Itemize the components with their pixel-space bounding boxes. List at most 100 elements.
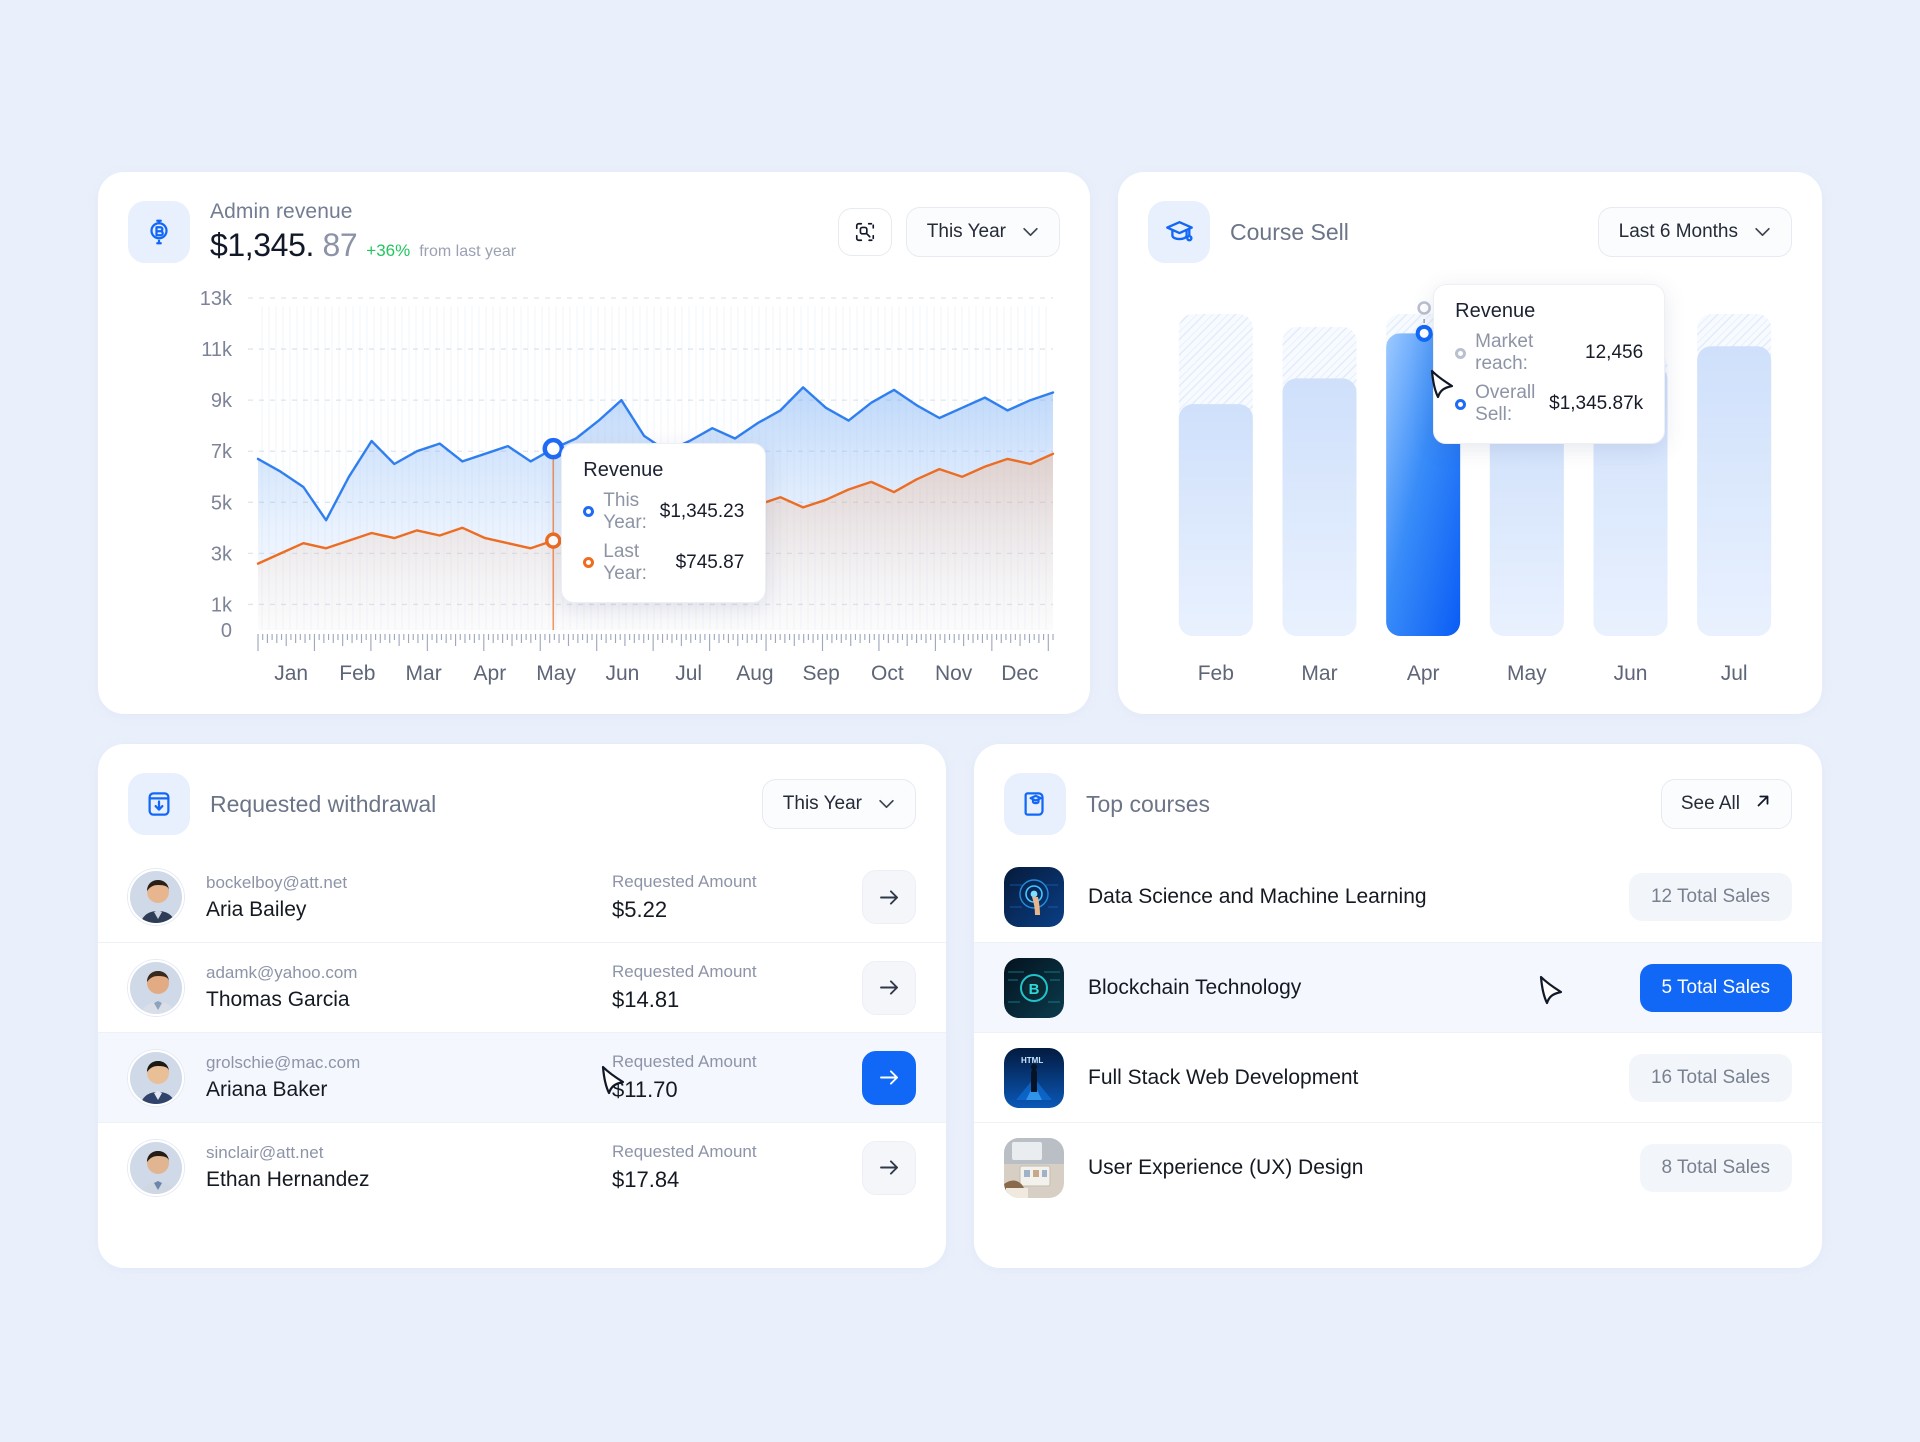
tooltip-row-this-year: This Year: $1,345.23 bbox=[583, 490, 744, 534]
withdrawal-amount-value: $17.84 bbox=[612, 1167, 680, 1192]
top-courses-header: Top courses See All bbox=[974, 744, 1822, 836]
svg-text:Jun: Jun bbox=[1614, 662, 1648, 685]
top-courses-card: Top courses See All Data Science and Mac… bbox=[974, 744, 1822, 1268]
svg-text:Feb: Feb bbox=[339, 662, 375, 685]
withdrawal-amount-label: Requested Amount bbox=[612, 1052, 757, 1071]
withdrawal-period-select[interactable]: This Year bbox=[761, 779, 916, 829]
top-courses-list: Data Science and Machine Learning 12 Tot… bbox=[974, 852, 1822, 1212]
chevron-down-icon bbox=[1754, 225, 1771, 240]
arrow-right-icon bbox=[879, 980, 898, 995]
legend-dot-market-reach bbox=[1455, 347, 1467, 359]
tooltip-row-overall-sell: Overall Sell: $1,345.87k bbox=[1455, 382, 1643, 426]
withdrawal-amount-block: Requested Amount $14.81 bbox=[612, 962, 862, 1013]
revenue-delta: +36% bbox=[366, 241, 411, 260]
course-row[interactable]: B Blockchain Technology 5 Total Sales bbox=[974, 942, 1822, 1032]
course-book-icon bbox=[1004, 773, 1066, 835]
withdrawal-amount-block: Requested Amount $5.22 bbox=[612, 872, 862, 923]
course-sales-badge[interactable]: 8 Total Sales bbox=[1639, 1143, 1792, 1192]
svg-text:3k: 3k bbox=[211, 543, 233, 565]
svg-text:11k: 11k bbox=[201, 339, 233, 361]
course-thumbnail: B bbox=[1004, 957, 1064, 1018]
tooltip-title: Revenue bbox=[1455, 300, 1536, 322]
withdrawal-name: Ariana Baker bbox=[206, 1078, 328, 1101]
bitcoin-icon bbox=[128, 201, 190, 263]
tooltip-label-overall-sell: Overall Sell: bbox=[1475, 382, 1536, 425]
withdraw-icon bbox=[128, 773, 190, 835]
course-thumbnail-wrap bbox=[1004, 1137, 1064, 1198]
course-sales-badge[interactable]: 12 Total Sales bbox=[1628, 873, 1792, 921]
tooltip-label-last-year: Last Year: bbox=[603, 540, 647, 584]
graduation-cap-icon bbox=[1148, 201, 1210, 263]
withdrawal-amount-value: $14.81 bbox=[612, 987, 680, 1012]
course-row[interactable]: User Experience (UX) Design 8 Total Sale… bbox=[974, 1122, 1822, 1212]
chevron-down-icon bbox=[878, 797, 895, 812]
tooltip-value-last-year: $745.87 bbox=[675, 551, 745, 573]
svg-text:Mar: Mar bbox=[406, 662, 442, 685]
svg-text:13k: 13k bbox=[200, 288, 233, 310]
svg-text:Jul: Jul bbox=[675, 662, 702, 685]
chevron-down-icon bbox=[1022, 225, 1039, 240]
course-sales-badge[interactable]: 16 Total Sales bbox=[1628, 1053, 1792, 1102]
withdrawal-email: sinclair@att.net bbox=[206, 1143, 324, 1162]
withdrawal-action-button[interactable] bbox=[862, 870, 916, 924]
svg-text:Oct: Oct bbox=[871, 662, 904, 685]
svg-text:Apr: Apr bbox=[1407, 662, 1440, 685]
course-sell-period-label: Last 6 Months bbox=[1618, 221, 1738, 242]
withdrawal-action-button[interactable] bbox=[862, 960, 916, 1015]
withdrawal-name: Thomas Garcia bbox=[206, 988, 350, 1011]
svg-text:HTML: HTML bbox=[1021, 1056, 1043, 1065]
svg-text:Jun: Jun bbox=[605, 662, 639, 685]
avatar-image bbox=[130, 871, 182, 923]
revenue-line-chart[interactable]: 0 1k 3k 5k 7k 9k 11k 13k Jan Feb Mar Apr May Jun Jul Au… bbox=[98, 280, 1090, 714]
tooltip-value-market-reach: 12,456 bbox=[1585, 342, 1644, 363]
avatar-image bbox=[130, 1141, 182, 1194]
withdrawal-row[interactable]: bockelboy@att.net Aria Bailey Requested … bbox=[98, 852, 946, 942]
top-courses-title: Top courses bbox=[1086, 790, 1211, 817]
withdrawal-action-button[interactable] bbox=[862, 1140, 916, 1195]
expand-selection-icon-button[interactable] bbox=[837, 208, 892, 256]
course-sell-title: Course Sell bbox=[1230, 218, 1349, 245]
course-sell-card: Course Sell Last 6 Months Feb Mar Apr May Ju… bbox=[1118, 172, 1822, 714]
withdrawal-person: adamk@yahoo.com Thomas Garcia bbox=[206, 963, 357, 1012]
svg-text:Jan: Jan bbox=[274, 662, 308, 685]
svg-text:Mar: Mar bbox=[1301, 662, 1337, 685]
tooltip-label-this-year: This Year: bbox=[603, 489, 647, 533]
withdrawal-row[interactable]: grolschie@mac.com Ariana Baker Requested… bbox=[98, 1032, 946, 1122]
withdrawal-row[interactable]: adamk@yahoo.com Thomas Garcia Requested … bbox=[98, 942, 946, 1032]
avatar bbox=[128, 1139, 184, 1196]
see-all-button[interactable]: See All bbox=[1660, 779, 1792, 829]
withdrawal-email: adamk@yahoo.com bbox=[206, 963, 358, 982]
course-row[interactable]: Data Science and Machine Learning 12 Tot… bbox=[974, 852, 1822, 942]
withdrawal-amount-label: Requested Amount bbox=[612, 1142, 757, 1161]
withdrawal-amount-value: $11.70 bbox=[612, 1077, 678, 1102]
course-title: Data Science and Machine Learning bbox=[1088, 885, 1427, 908]
mouse-cursor-courses bbox=[1539, 975, 1563, 1005]
course-thumbnail bbox=[1004, 1137, 1064, 1198]
withdrawal-period-label: This Year bbox=[782, 793, 862, 814]
course-sell-period-select[interactable]: Last 6 Months bbox=[1597, 207, 1792, 257]
course-sell-bar-chart[interactable]: Feb Mar Apr May Jun Jul Revenue Market reach:… bbox=[1118, 284, 1822, 714]
tooltip-row-last-year: Last Year: $745.87 bbox=[583, 541, 744, 585]
tooltip-value-this-year: $1,345.23 bbox=[659, 500, 745, 522]
course-row[interactable]: HTML Full Stack Web Development 16 Total… bbox=[974, 1032, 1822, 1122]
withdrawal-amount-block: Requested Amount $17.84 bbox=[612, 1142, 862, 1193]
avatar-image bbox=[130, 1051, 182, 1104]
svg-text:Apr: Apr bbox=[474, 662, 507, 685]
withdrawal-amount-block: Requested Amount $11.70 bbox=[612, 1052, 862, 1103]
dashboard-page: Admin revenue $1,345. 87 +36% from last … bbox=[0, 0, 1920, 1442]
revenue-title: Admin revenue bbox=[210, 200, 353, 223]
withdrawal-person: bockelboy@att.net Aria Bailey bbox=[206, 873, 347, 922]
withdrawal-row[interactable]: sinclair@att.net Ethan Hernandez Request… bbox=[98, 1122, 946, 1212]
svg-text:Nov: Nov bbox=[935, 662, 973, 685]
course-title: User Experience (UX) Design bbox=[1088, 1155, 1364, 1179]
tooltip-value-overall-sell: $1,345.87k bbox=[1549, 393, 1644, 414]
legend-dot-overall-sell bbox=[1455, 398, 1467, 410]
withdrawal-header: Requested withdrawal This Year bbox=[98, 744, 946, 836]
course-sales-badge[interactable]: 5 Total Sales bbox=[1639, 963, 1792, 1012]
withdrawal-amount-label: Requested Amount bbox=[612, 962, 757, 981]
revenue-period-select[interactable]: This Year bbox=[905, 207, 1060, 257]
tooltip-label-market-reach: Market reach: bbox=[1475, 331, 1534, 374]
withdrawal-action-button[interactable] bbox=[862, 1050, 916, 1105]
arrow-right-icon bbox=[879, 889, 898, 905]
svg-text:Feb: Feb bbox=[1198, 662, 1234, 685]
